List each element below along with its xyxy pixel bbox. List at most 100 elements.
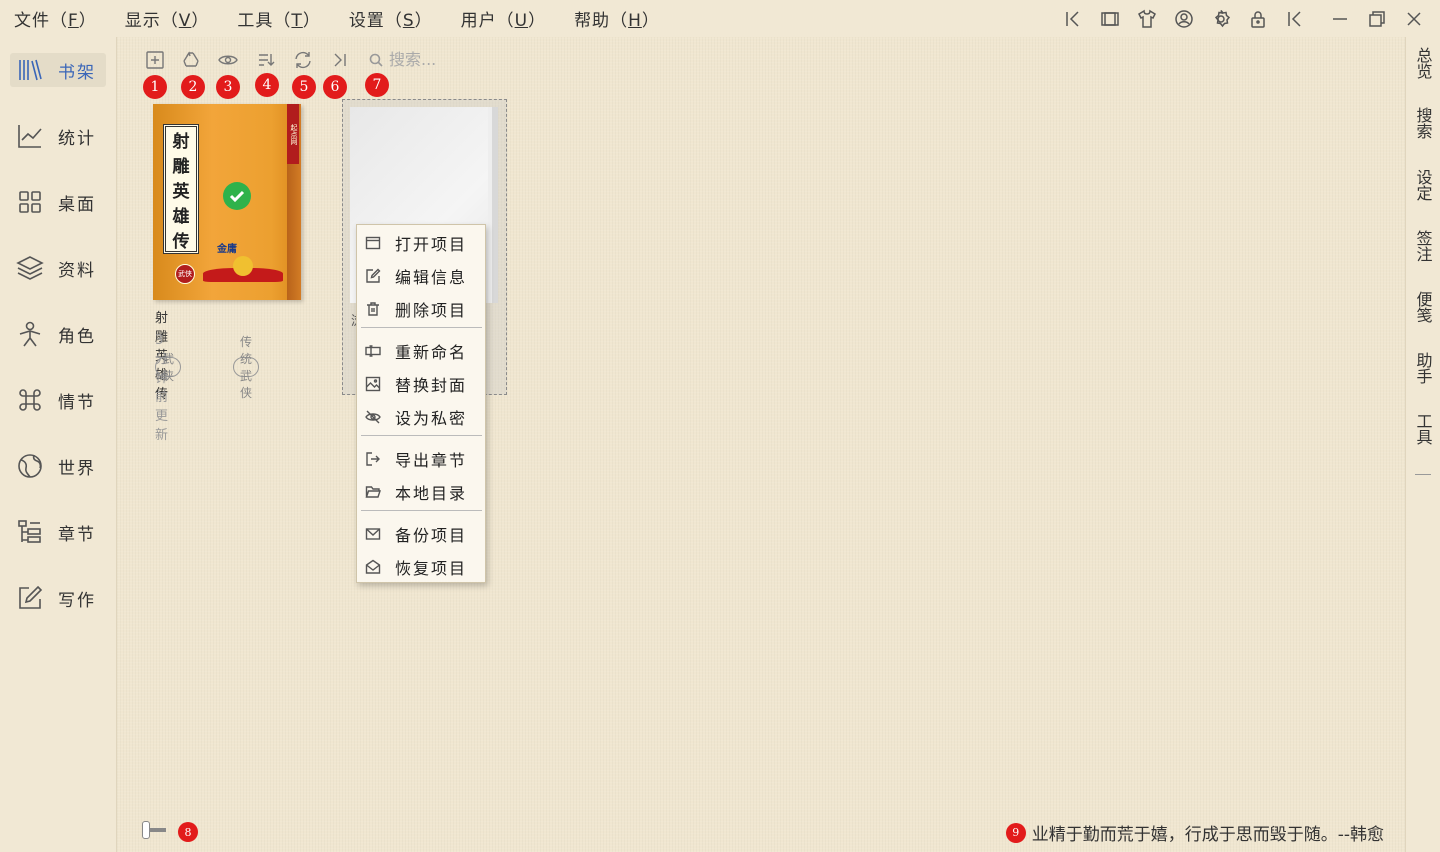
menu-item-set-private[interactable]: 设为私密 xyxy=(357,403,485,431)
book-cover[interactable]: 射 雕 英 雄 传 起点网 金庸 武侠 xyxy=(153,104,301,300)
collapse-left-icon[interactable] xyxy=(1283,7,1307,31)
footer-quote: 9 业精于勤而荒于嬉，行成于思而毁于随。--韩愈 xyxy=(1005,820,1384,845)
sidebar-item-materials[interactable]: 资料 xyxy=(10,251,106,285)
sidebar-item-characters[interactable]: 角色 xyxy=(10,317,106,351)
close-icon[interactable] xyxy=(1402,7,1426,31)
sidebar-item-label: 桌面 xyxy=(58,194,96,215)
globe-icon xyxy=(18,454,42,478)
check-icon xyxy=(223,182,251,210)
layers-icon xyxy=(16,256,44,280)
slider-rail xyxy=(150,828,166,832)
right-tab-settings[interactable]: 设定 xyxy=(1406,169,1440,201)
bookshelf-panel: 1 2 3 4 5 6 7 射 雕 英 雄 传 起点网 金庸 武侠 射雕英雄传 … xyxy=(117,37,1405,852)
sidebar-item-label: 统计 xyxy=(58,128,96,149)
lock-icon[interactable] xyxy=(1246,7,1270,31)
folder-open-icon xyxy=(365,486,381,498)
frame-icon[interactable] xyxy=(1098,7,1122,31)
trash-icon xyxy=(367,302,379,316)
rename-icon xyxy=(365,345,381,357)
sidebar-item-bookshelf[interactable]: 书架 xyxy=(10,53,106,87)
right-tab-assistant[interactable]: 助手 xyxy=(1406,352,1440,384)
menu-user[interactable]: 用户（U） xyxy=(447,6,560,31)
right-tab-tools[interactable]: 工具 xyxy=(1406,413,1440,445)
sidebar-item-label: 世界 xyxy=(58,458,96,479)
export-icon xyxy=(366,452,380,466)
sidebar-item-label: 章节 xyxy=(58,524,96,545)
user-circle-icon[interactable] xyxy=(1172,7,1196,31)
callout-badge: 1 xyxy=(143,75,167,99)
bell-icon xyxy=(233,256,253,276)
menubar: 文件（F） 显示（V） 工具（T） 设置（S） 用户（U） 帮助（H） xyxy=(0,0,1440,37)
menu-item-restore-project[interactable]: 恢复项目 xyxy=(357,553,485,581)
menu-item-export-chapters[interactable]: 导出章节 xyxy=(357,445,485,473)
sidebar-item-label: 情节 xyxy=(58,392,96,413)
sidebar-item-label: 资料 xyxy=(58,260,96,281)
menu-file[interactable]: 文件（F） xyxy=(0,6,111,31)
menu-item-edit-info[interactable]: 编辑信息 xyxy=(357,262,485,290)
book-tag[interactable]: 武侠 xyxy=(155,352,182,383)
right-bar-divider xyxy=(1415,474,1431,475)
search-box[interactable] xyxy=(369,50,509,69)
callout-badge: 9 xyxy=(1005,822,1026,843)
menu-separator xyxy=(361,510,482,511)
grid-icon xyxy=(19,191,41,213)
menu-item-local-directory[interactable]: 本地目录 xyxy=(357,478,485,506)
sidebar-item-world[interactable]: 世界 xyxy=(10,449,106,483)
edit-square-icon xyxy=(19,585,43,609)
menu-separator xyxy=(361,327,482,328)
add-square-icon[interactable] xyxy=(145,50,167,72)
right-tab-search[interactable]: 搜索 xyxy=(1406,107,1440,139)
menu-tools[interactable]: 工具（T） xyxy=(223,6,334,31)
sidebar: 书架 统计 桌面 资料 角色 情节 世界 章节 写作 xyxy=(0,37,117,852)
sidebar-item-writing[interactable]: 写作 xyxy=(10,581,106,615)
recycle-icon[interactable] xyxy=(181,50,203,72)
edit-icon xyxy=(366,268,381,283)
callout-badge: 6 xyxy=(323,75,347,99)
zoom-slider[interactable] xyxy=(142,821,166,839)
tree-list-icon xyxy=(18,520,41,543)
menu-settings[interactable]: 设置（S） xyxy=(335,6,447,31)
callout-badge: 4 xyxy=(255,73,279,97)
refresh-icon[interactable] xyxy=(293,50,315,72)
minimize-icon[interactable] xyxy=(1328,7,1352,31)
menu-item-open-project[interactable]: 打开项目 xyxy=(357,229,485,257)
menu-view[interactable]: 显示（V） xyxy=(111,6,224,31)
menu-item-backup-project[interactable]: 备份项目 xyxy=(357,520,485,548)
settings-icon[interactable] xyxy=(1209,7,1233,31)
slider-knob[interactable] xyxy=(142,821,150,839)
eye-icon[interactable] xyxy=(218,50,240,72)
search-icon xyxy=(369,53,383,67)
restore-icon[interactable] xyxy=(1365,7,1389,31)
callout-badge: 5 xyxy=(292,75,316,99)
sidebar-item-desktop[interactable]: 桌面 xyxy=(10,185,106,219)
cover-seal: 武侠 xyxy=(175,264,195,284)
book-tag[interactable]: 传统武侠 xyxy=(233,335,260,400)
cover-title: 射 雕 英 雄 传 xyxy=(163,124,199,254)
menu-item-delete-project[interactable]: 删除项目 xyxy=(357,295,485,323)
collapse-left-icon[interactable] xyxy=(1061,7,1085,31)
sort-icon[interactable] xyxy=(256,50,278,72)
bookshelf-icon xyxy=(19,59,42,81)
cover-spine-label: 起点网 xyxy=(287,104,299,164)
sidebar-item-chapters[interactable]: 章节 xyxy=(10,515,106,549)
command-icon xyxy=(19,389,41,411)
menu-help[interactable]: 帮助（H） xyxy=(560,6,674,31)
sidebar-item-stats[interactable]: 统计 xyxy=(10,119,106,153)
menu-item-replace-cover[interactable]: 替换封面 xyxy=(357,370,485,398)
right-tab-annotations[interactable]: 签注 xyxy=(1406,230,1440,262)
search-input[interactable] xyxy=(389,50,509,69)
sidebar-item-plot[interactable]: 情节 xyxy=(10,383,106,417)
cover-author: 金庸 xyxy=(217,244,237,255)
skip-end-icon[interactable] xyxy=(330,50,352,72)
menu-item-rename[interactable]: 重新命名 xyxy=(357,337,485,365)
right-tab-overview[interactable]: 总览 xyxy=(1406,47,1440,79)
quote-text: 业精于勤而荒于嬉，行成于思而毁于随。--韩愈 xyxy=(1031,825,1384,845)
window-controls xyxy=(1061,0,1426,37)
skin-icon[interactable] xyxy=(1135,7,1159,31)
callout-badge: 2 xyxy=(181,75,205,99)
context-menu: 打开项目 编辑信息 删除项目 重新命名 替换封面 设为私密 导出章节 本地目录 … xyxy=(356,224,486,583)
right-tab-notes[interactable]: 便笺 xyxy=(1406,291,1440,323)
sidebar-item-label: 写作 xyxy=(58,590,96,611)
menu-separator xyxy=(361,435,482,436)
sidebar-item-label: 书架 xyxy=(58,62,96,83)
